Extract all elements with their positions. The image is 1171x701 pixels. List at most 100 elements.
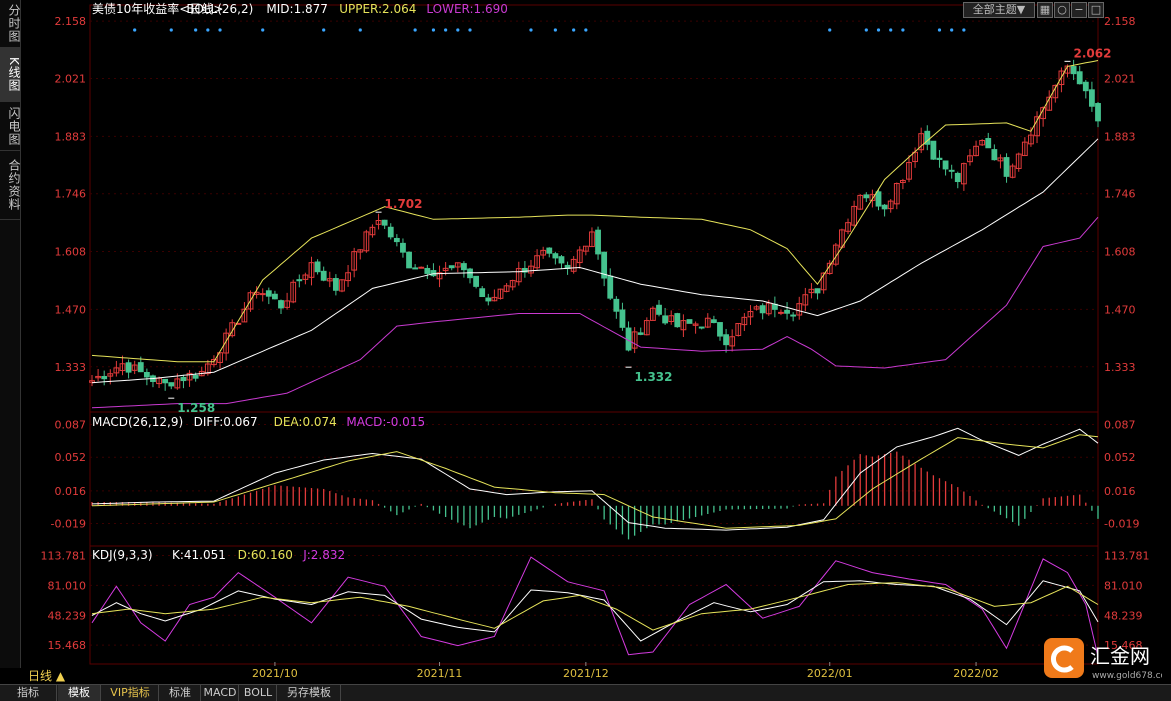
price-annotation: 2.062 bbox=[1074, 46, 1112, 60]
signal-dot bbox=[218, 28, 222, 32]
legend-macd: MACD:-0.015 bbox=[346, 415, 425, 429]
signal-dot bbox=[133, 28, 137, 32]
tab-standard[interactable]: 标准 bbox=[160, 685, 201, 701]
price-annotation: 1.258 bbox=[177, 401, 215, 415]
legend-k: K:41.051 bbox=[172, 548, 226, 562]
signal-dot bbox=[584, 28, 588, 32]
y-tick-label-left: 2.158 bbox=[55, 15, 87, 28]
circle-icon[interactable]: ○ bbox=[1054, 2, 1070, 18]
signal-dot bbox=[194, 28, 198, 32]
candle-body bbox=[424, 267, 431, 274]
signal-dot bbox=[468, 28, 472, 32]
y-tick-label-left: 1.883 bbox=[55, 130, 87, 143]
plot-frame bbox=[89, 4, 1099, 665]
tab-contract-info[interactable]: 合约资料 bbox=[0, 151, 21, 220]
tab-save-template[interactable]: 另存模板 bbox=[278, 685, 341, 701]
x-tick-label: 2021/11 bbox=[417, 667, 463, 680]
candle-body bbox=[400, 242, 406, 253]
signal-dot bbox=[876, 28, 881, 32]
tab-macd[interactable]: MACD bbox=[202, 685, 239, 701]
signal-dot bbox=[950, 28, 954, 32]
signal-dot bbox=[358, 28, 362, 32]
tab-template[interactable]: 模板 bbox=[58, 685, 101, 701]
legend-kdj-name: KDJ(9,3,3) bbox=[92, 548, 153, 562]
minimize-icon[interactable]: − bbox=[1071, 2, 1087, 18]
y-tick-label-left: 0.016 bbox=[55, 485, 87, 498]
y-tick-label-left: 2.021 bbox=[55, 73, 87, 86]
candle-body bbox=[552, 253, 559, 259]
y-tick-label-right: 1.608 bbox=[1104, 246, 1136, 259]
candle-body bbox=[272, 293, 278, 300]
price-annotation: 1.332 bbox=[635, 370, 673, 384]
signal-dot bbox=[529, 28, 533, 32]
x-tick-label: 2022/02 bbox=[953, 667, 999, 680]
candle-body bbox=[637, 332, 644, 335]
tab-flash[interactable]: 闪电图 bbox=[0, 102, 21, 151]
y-tick-label-left: 0.052 bbox=[55, 451, 87, 464]
candle-body bbox=[546, 247, 553, 254]
candle-body bbox=[619, 309, 626, 328]
signal-dot bbox=[322, 28, 326, 32]
candle-body bbox=[717, 322, 723, 337]
candle-body bbox=[332, 278, 339, 291]
signal-dot bbox=[828, 28, 832, 32]
candle-body bbox=[143, 371, 150, 378]
tab-kline[interactable]: K线图 bbox=[0, 48, 21, 102]
tab-indicator[interactable]: 指标 bbox=[0, 685, 57, 701]
candle-body bbox=[125, 362, 132, 373]
y-tick-label-right: 1.470 bbox=[1104, 303, 1136, 316]
candle-body bbox=[412, 267, 419, 270]
candle-body bbox=[985, 138, 992, 149]
candle-body bbox=[381, 219, 388, 226]
candle-body bbox=[784, 309, 790, 314]
candle-body bbox=[485, 297, 492, 302]
maximize-icon[interactable]: □ bbox=[1088, 2, 1104, 18]
candle-body bbox=[656, 304, 662, 315]
signal-dot bbox=[169, 28, 173, 32]
candle-body bbox=[875, 191, 882, 207]
candle-body bbox=[393, 237, 400, 243]
grid-icon[interactable]: ▦ bbox=[1037, 2, 1053, 18]
tab-intraday[interactable]: 分时图 bbox=[0, 0, 21, 48]
candle-body bbox=[790, 314, 797, 317]
signal-dot bbox=[901, 28, 905, 32]
signal-dot bbox=[937, 28, 942, 32]
y-tick-label-left: 1.746 bbox=[55, 188, 87, 201]
candle-body bbox=[448, 265, 455, 269]
legend-upper: UPPER:2.064 bbox=[339, 2, 416, 16]
x-tick-label: 2021/10 bbox=[252, 667, 298, 680]
y-tick-label-right: 48.239 bbox=[1104, 609, 1143, 622]
y-tick-label-left: -0.019 bbox=[51, 518, 86, 531]
candle-body bbox=[1003, 157, 1010, 177]
y-tick-label-right: -0.019 bbox=[1104, 518, 1139, 531]
y-tick-label-right: 1.333 bbox=[1104, 361, 1136, 374]
signal-dot bbox=[413, 28, 417, 32]
candle-body bbox=[936, 157, 943, 161]
candle-body bbox=[1089, 89, 1095, 107]
y-tick-label-left: 0.087 bbox=[55, 419, 87, 432]
candle-body bbox=[674, 313, 681, 328]
signal-dot bbox=[962, 28, 966, 32]
candle-body bbox=[387, 226, 394, 238]
candle-body bbox=[320, 270, 327, 281]
chart-canvas[interactable]: 2.158 2.158 2.021 2.021 1.883 1.883 1.746 1.746… bbox=[0, 0, 1171, 700]
signal-dot bbox=[261, 28, 265, 32]
candle-body bbox=[778, 311, 784, 314]
candle-body bbox=[723, 334, 729, 346]
tab-boll[interactable]: BOLL bbox=[240, 685, 277, 701]
boll-mid-line bbox=[91, 138, 1099, 384]
candle-body bbox=[265, 290, 272, 297]
y-tick-label-right: 113.781 bbox=[1104, 549, 1150, 562]
candles bbox=[89, 59, 1101, 391]
y-tick-label-right: 2.158 bbox=[1104, 15, 1136, 28]
y-tick-label-left: 113.781 bbox=[41, 549, 87, 562]
candle-body bbox=[863, 194, 870, 199]
price-annotation: 1.702 bbox=[385, 197, 423, 211]
y-tick-label-right: 81.010 bbox=[1104, 579, 1143, 592]
candle-body bbox=[101, 375, 108, 380]
tab-vip-indicator[interactable]: VIP指标 bbox=[102, 685, 159, 701]
period-selector[interactable]: 日线 ▲ bbox=[28, 667, 65, 684]
legend-dea: DEA:0.074 bbox=[274, 415, 337, 429]
candle-body bbox=[814, 288, 821, 294]
theme-select[interactable]: 全部主题▼ bbox=[963, 2, 1035, 18]
